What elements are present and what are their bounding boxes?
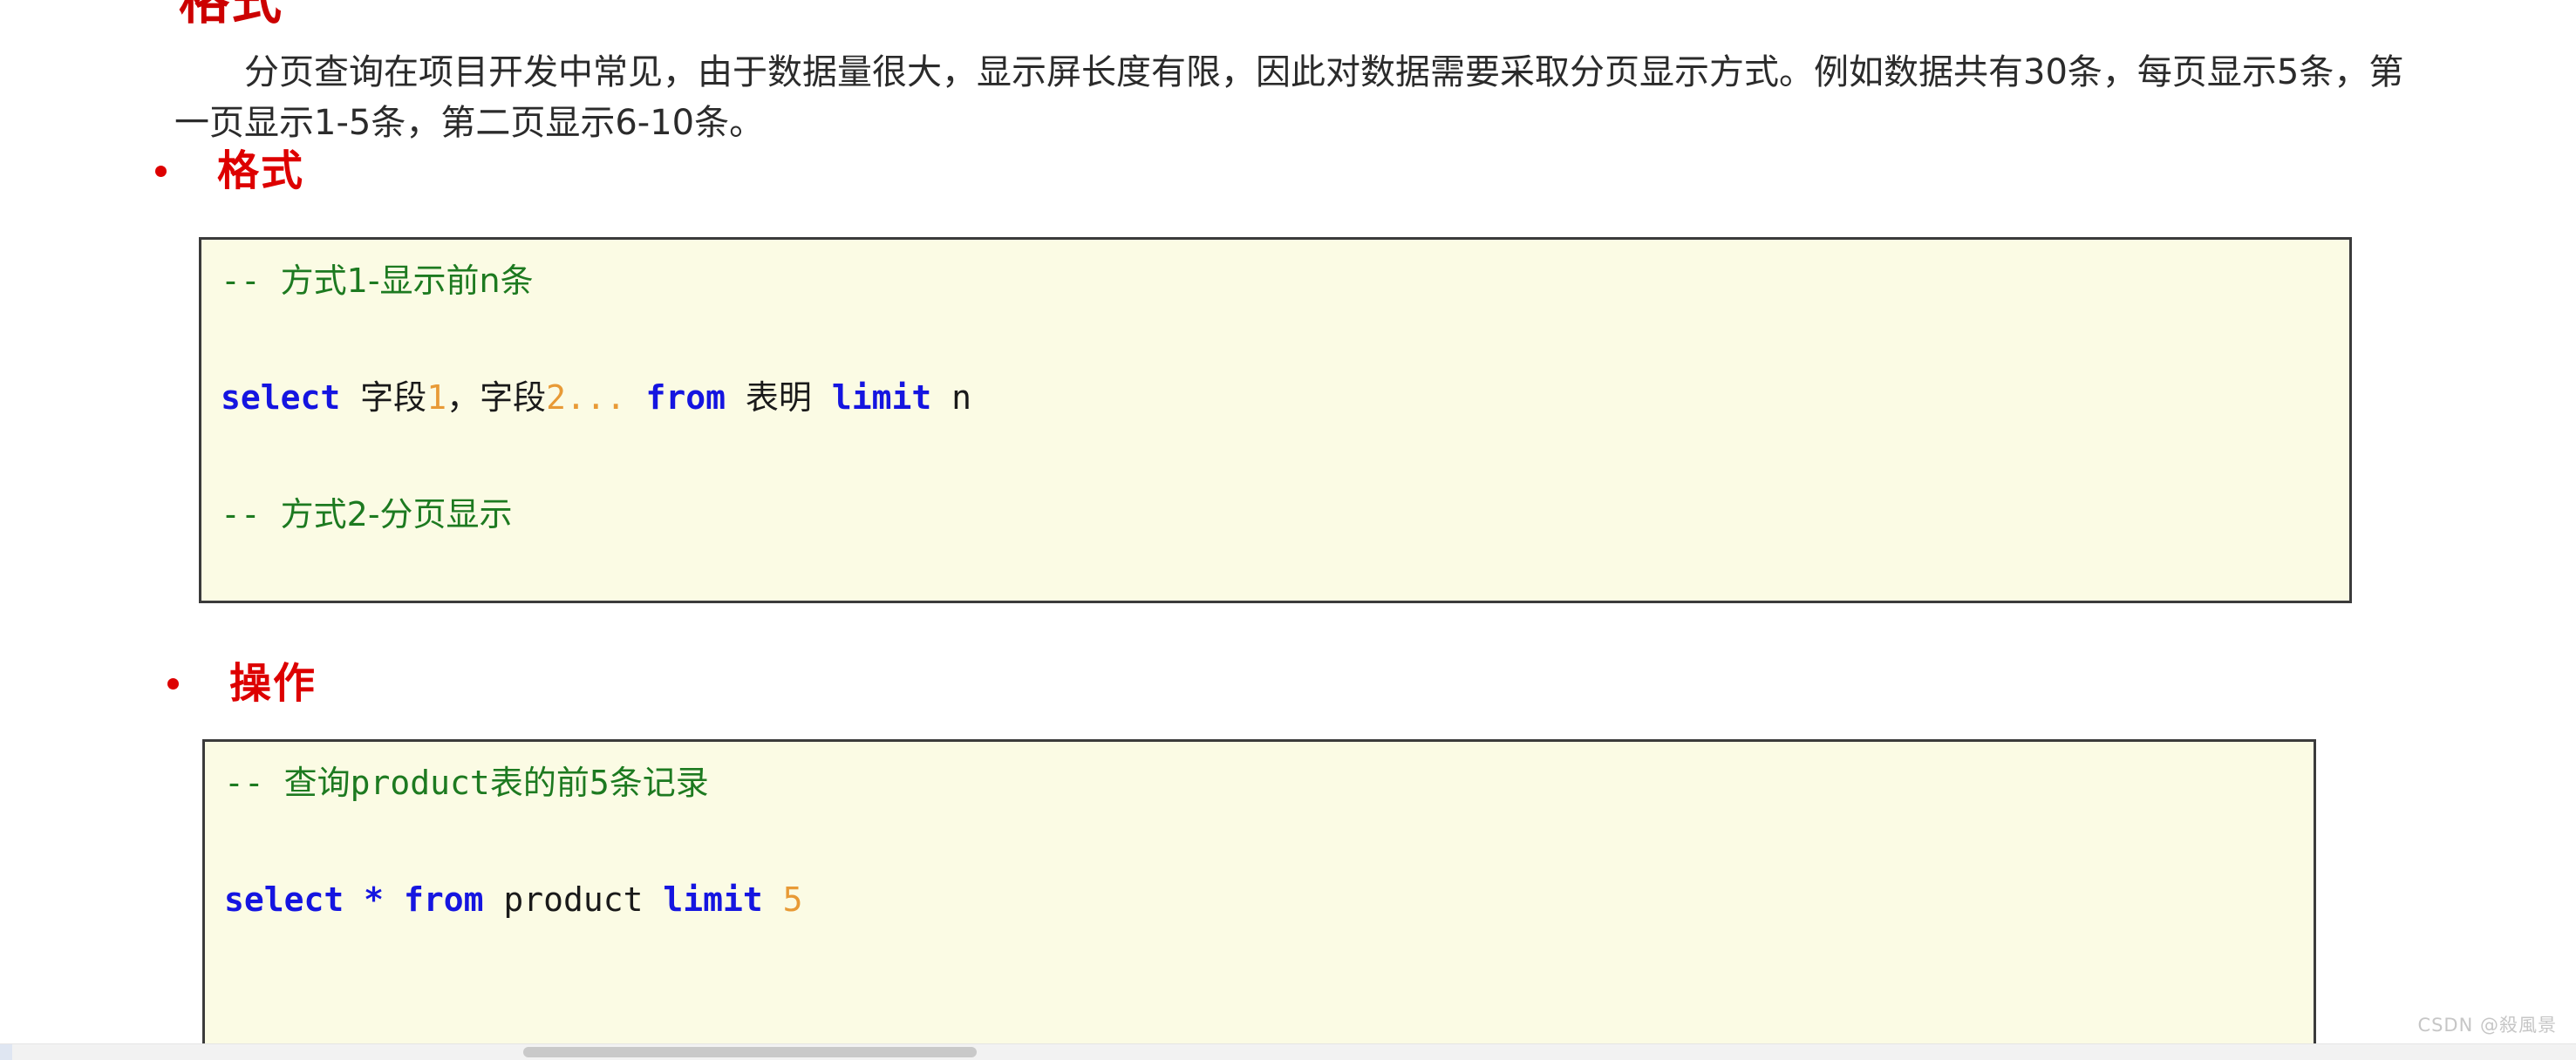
bullet-dot-icon bbox=[167, 677, 179, 690]
code-token: from bbox=[403, 880, 484, 919]
code-token: product bbox=[350, 764, 490, 802]
bullet-dot-icon bbox=[155, 165, 167, 177]
code-token: 查询 bbox=[283, 764, 351, 802]
code-token: 字段 bbox=[360, 378, 427, 417]
code-block-operation[interactable]: -- 查询product表的前5条记录 select * from produc… bbox=[202, 739, 2316, 1051]
code-token: limit bbox=[663, 880, 763, 919]
code-token: select bbox=[221, 378, 341, 417]
code-token: 表的前 bbox=[489, 764, 589, 802]
code-line: -- 方式1-显示前n条 bbox=[221, 252, 2332, 310]
code-line: select 字段1，字段2... from 表明 limit m,n bbox=[221, 602, 2332, 603]
code-token: -- bbox=[221, 495, 281, 533]
code-token: -- bbox=[224, 764, 284, 802]
code-token: -- bbox=[221, 262, 281, 300]
clipped-top-heading: 格式 bbox=[179, 0, 284, 31]
section-heading-label: 格式 bbox=[217, 146, 305, 195]
code-token: select bbox=[224, 880, 344, 919]
code-token: 表明 bbox=[745, 378, 812, 417]
watermark: CSDN @殺風景 bbox=[2417, 1015, 2557, 1036]
code-token: 方式1-显示前n条 bbox=[280, 262, 534, 300]
code-line: select * from product limit 5 bbox=[224, 871, 2296, 929]
scrollbar-thumb[interactable] bbox=[523, 1047, 977, 1057]
intro-paragraph: 分页查询在项目开发中常见，由于数据量很大，显示屏长度有限，因此对数据需要采取分页… bbox=[174, 52, 2404, 143]
code-block-format[interactable]: -- 方式1-显示前n条 select 字段1，字段2... from 表明 l… bbox=[199, 237, 2352, 603]
code-token: ， bbox=[446, 378, 480, 417]
code-line: -- 方式2-分页显示 bbox=[221, 486, 2332, 544]
section-heading-format: 格式 bbox=[155, 150, 304, 192]
code-token: n bbox=[931, 378, 971, 417]
code-token: from bbox=[645, 378, 726, 417]
code-token: 方式2-分页显示 bbox=[280, 495, 513, 533]
code-line: select 字段1，字段2... from 表明 limit n bbox=[221, 369, 2332, 427]
section-heading-operation: 操作 bbox=[167, 662, 317, 704]
scroll-corner bbox=[0, 1044, 12, 1060]
code-token: 5 bbox=[782, 880, 803, 919]
code-token: 5 bbox=[589, 764, 610, 802]
code-token: 1 bbox=[426, 378, 447, 417]
code-token: * bbox=[364, 880, 385, 919]
code-token: 2... bbox=[546, 378, 626, 417]
code-token: product bbox=[483, 880, 664, 919]
code-token: 字段 bbox=[480, 378, 547, 417]
code-token: limit bbox=[831, 378, 932, 417]
code-token: 条记录 bbox=[609, 764, 709, 802]
horizontal-scrollbar[interactable] bbox=[0, 1043, 2576, 1060]
section-heading-label: 操作 bbox=[229, 659, 317, 708]
code-line: -- 查询product表的前5条记录 bbox=[224, 754, 2296, 812]
